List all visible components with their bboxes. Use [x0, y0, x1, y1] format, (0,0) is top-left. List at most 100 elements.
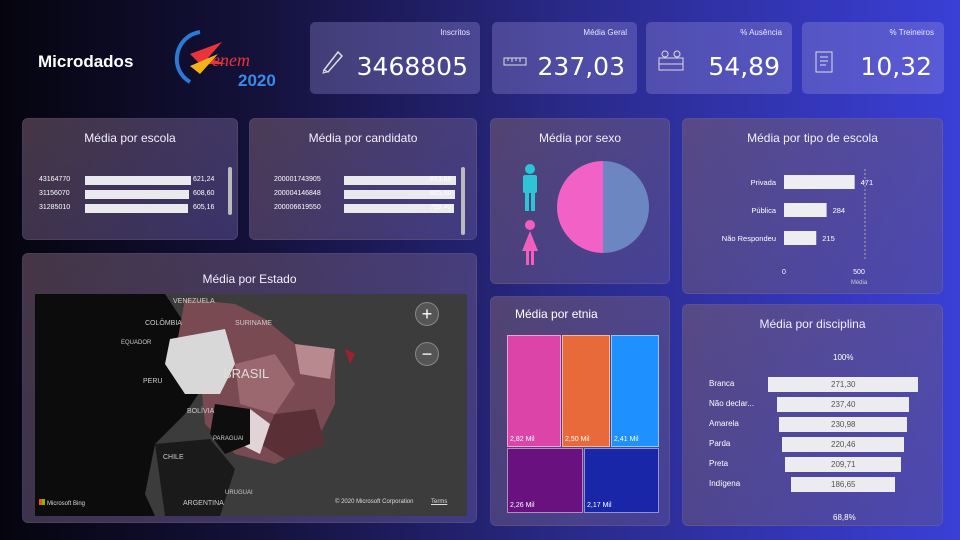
bar[interactable]: [85, 190, 189, 199]
estado-title: Média por Estado: [202, 272, 297, 286]
ruler-icon: [503, 57, 527, 66]
funnel-category: Amarela: [709, 419, 739, 428]
map-copyright: © 2020 Microsoft Corporation: [335, 499, 414, 505]
funnel-category: Preta: [709, 459, 729, 468]
candidato-card: Média por candidato 200001743905 813,66 20…: [249, 118, 477, 240]
page-title: Microdados: [38, 52, 134, 71]
row-value: 621,24: [193, 176, 215, 183]
etnia-title: Média por etnia: [515, 307, 598, 321]
map-label-chile: CHILE: [163, 454, 184, 461]
map[interactable]: VENEZUELA COLÔMBIA SURINAME EQUADOR PERU…: [35, 294, 467, 516]
treemap-label: 2,26 Mil: [510, 502, 535, 509]
kpi-value: 54,89: [708, 52, 780, 81]
scrollbar[interactable]: [228, 167, 232, 215]
zoom-in-button[interactable]: +: [415, 302, 439, 326]
map-label-equador: EQUADOR: [121, 340, 152, 346]
row-id: 31285010: [39, 204, 71, 211]
bar[interactable]: [85, 176, 191, 185]
funnel-category: Parda: [709, 439, 731, 448]
kpi-label: % Ausência: [740, 28, 782, 37]
funnel-value: 220,46: [831, 440, 856, 449]
row-id: 31156070: [39, 190, 70, 197]
terms-link[interactable]: Terms: [431, 499, 447, 505]
treemap-label: 2,82 Mil: [510, 436, 535, 443]
treemap-label: 2,17 Mil: [587, 502, 612, 509]
microsoft-bing-logo: Microsoft Bing: [39, 499, 85, 507]
map-shapes: [35, 294, 355, 516]
map-label-paraguai: PARAGUAI: [213, 436, 244, 442]
funnel-top-label: 100%: [833, 353, 854, 362]
pie-slice[interactable]: [603, 161, 649, 253]
tipo-title: Média por tipo de escola: [747, 131, 878, 145]
bar[interactable]: [784, 175, 855, 189]
pie-slice[interactable]: [557, 161, 603, 253]
bar[interactable]: [85, 204, 189, 213]
map-label-suriname: SURINAME: [235, 320, 272, 327]
treemap-label: 2,41 Mil: [614, 436, 639, 443]
male-icon: [523, 164, 537, 211]
map-label-peru: PERU: [143, 378, 163, 385]
kpi-label: Média Geral: [583, 28, 627, 37]
bar-value: 215: [822, 234, 835, 243]
funnel-category: Não declar...: [709, 399, 754, 408]
treemap-cell[interactable]: 2,82 Mil: [507, 335, 561, 447]
bar[interactable]: [784, 231, 817, 245]
tick-label: 500: [853, 269, 865, 276]
sexo-title: Média por sexo: [538, 131, 622, 145]
kpi-media-geral: Média Geral 237,03: [492, 22, 637, 94]
treemap-cell[interactable]: 2,26 Mil: [507, 448, 583, 513]
category-label: Pública: [751, 206, 776, 215]
funnel-bottom-label: 68,8%: [833, 513, 856, 522]
kpi-inscritos: Inscritos 3468805: [310, 22, 480, 94]
treemap-cell[interactable]: 2,41 Mil: [611, 335, 659, 447]
notebook-icon: [815, 51, 833, 73]
row-value: 799,40: [430, 204, 452, 211]
bar-value: 471: [861, 178, 874, 187]
row-id: 43164770: [39, 176, 71, 183]
scrollbar[interactable]: [461, 167, 465, 235]
escola-card: Média por escola 43164770 621,24 31156070 6…: [22, 118, 238, 240]
tipo-bar-chart: Privada 471 Pública 284 Não Respondeu 215 0 500…: [722, 169, 874, 286]
category-label: Não Respondeu: [722, 234, 776, 243]
row-value: 608,60: [193, 190, 215, 197]
treemap-cell[interactable]: 2,50 Mil: [562, 335, 610, 447]
treemap-cell[interactable]: 2,17 Mil: [584, 448, 659, 513]
row-value: 605,16: [193, 204, 215, 211]
sexo-card: Média por sexo: [490, 118, 670, 284]
kpi-value: 237,03: [537, 52, 625, 81]
kpi-value: 3468805: [356, 52, 468, 81]
kpi-treineiros: % Treineiros 10,32: [802, 22, 944, 94]
map-label-bolivia: BOLÍVIA: [187, 408, 215, 415]
disciplina-title: Média por disciplina: [759, 317, 866, 331]
candidato-title: Média por candidato: [308, 131, 418, 145]
kpi-value: 10,32: [860, 52, 932, 81]
map-label-colombia: COLÔMBIA: [145, 320, 182, 327]
funnel-category: Branca: [709, 379, 735, 388]
row-id: 200001743905: [274, 176, 321, 183]
funnel-value: 271,30: [831, 380, 856, 389]
escola-title: Média por escola: [84, 131, 176, 145]
x-axis-label: Média: [851, 280, 868, 286]
funnel-value: 237,40: [831, 400, 856, 409]
kpi-ausencia: % Ausência 54,89: [646, 22, 792, 94]
funnel-value: 186,65: [831, 480, 856, 489]
etnia-treemap: 2,82 Mil 2,50 Mil 2,41 Mil 2,26 Mil 2,17 Mil: [507, 335, 659, 513]
logo-year: 2020: [238, 71, 276, 90]
row-id: 200006619550: [274, 204, 321, 211]
funnel-value: 230,98: [831, 420, 856, 429]
map-label-venezuela: VENEZUELA: [173, 298, 215, 305]
map-label-uruguai: URUGUAI: [225, 490, 253, 496]
kpi-label: % Treineiros: [889, 28, 934, 37]
category-label: Privada: [751, 178, 777, 187]
female-icon: [522, 220, 538, 265]
bar[interactable]: [784, 203, 827, 217]
logo-word: enem: [212, 50, 250, 70]
zoom-out-button[interactable]: −: [415, 342, 439, 366]
enem-logo: enem 2020: [174, 30, 276, 90]
map-label-argentina: ARGENTINA: [183, 500, 224, 507]
tipo-card: Média por tipo de escola Privada 471 Públi…: [682, 118, 943, 294]
disciplina-card: Média por disciplina 100% Branca 271,30 Nã…: [682, 304, 943, 526]
bar-value: 284: [833, 206, 846, 215]
row-id: 200004146848: [274, 190, 321, 197]
etnia-card: Média por etnia 2,82 Mil 2,50 Mil 2,41 Mil…: [490, 296, 670, 526]
